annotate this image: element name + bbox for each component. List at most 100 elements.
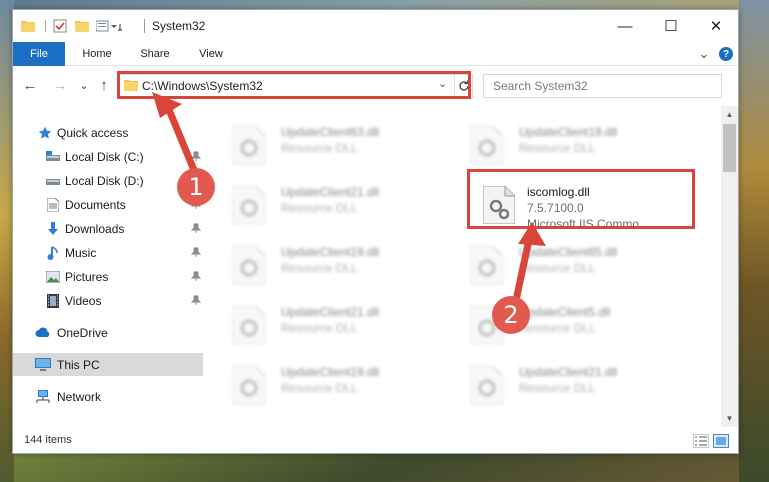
dll-file-icon [232,125,271,168]
sidebar-item-downloads[interactable]: Downloads [13,217,203,240]
file-tile[interactable]: UpdateClient21.dll Resource DLL [470,360,701,408]
file-name: UpdateClient19.dll [519,125,618,139]
search-placeholder: Search System32 [493,79,588,93]
close-button[interactable]: ✕ [693,10,739,42]
pin-icon[interactable] [191,271,201,281]
tab-view[interactable]: View [187,42,235,66]
file-description: Resource DLL [519,321,596,335]
tab-home[interactable]: Home [73,42,121,66]
file-description: Resource DLL [519,261,596,275]
sidebar-item-label: Downloads [65,221,125,236]
dll-file-icon [232,245,271,288]
recent-locations-button[interactable]: ⌄ [75,79,93,92]
sidebar-item-videos[interactable]: Videos [13,289,203,312]
expand-ribbon-icon[interactable]: ⌄ [697,46,711,61]
dll-file-icon [470,245,509,288]
new-folder-icon[interactable] [73,18,91,34]
sidebar-item-label: Local Disk (D:) [65,173,144,188]
file-name: UpdateClient21.dll [281,185,380,199]
sidebar-item-label: Local Disk (C:) [65,149,144,164]
drive-icon [45,173,61,189]
address-bar[interactable]: C:\Windows\System32 ⌄ [119,74,473,98]
desktop-background-right [739,0,769,482]
address-path: C:\Windows\System32 [142,79,263,93]
drive-icon [45,149,61,165]
title-bar: System32 — ☐ ✕ [13,10,738,42]
sidebar-item-label: OneDrive [57,325,108,340]
file-tile[interactable]: UpdateClient21.dll Resource DLL [232,180,463,228]
sidebar-item-label: This PC [57,357,100,372]
file-name: UpdateClient19.dll [281,245,380,259]
file-tile[interactable]: UpdateClient19.dll Resource DLL [232,360,463,408]
file-description: Resource DLL [519,141,596,155]
file-description: Resource DLL [281,381,358,395]
sidebar-item-label: Documents [65,197,126,212]
maximize-button[interactable]: ☐ [648,10,694,42]
file-description: Resource DLL [281,141,358,155]
videos-icon [45,293,61,309]
sidebar-item-onedrive[interactable]: OneDrive [13,321,203,344]
file-name: UpdateClient19.dll [281,365,380,379]
pin-icon[interactable] [191,151,201,161]
sidebar-item-local-disk-c[interactable]: Local Disk (C:) [13,145,203,168]
sidebar-item-quick-access[interactable]: Quick access [13,121,203,144]
scroll-thumb[interactable] [723,124,736,172]
ribbon-tabs: File Home Share View ⌄ ? [13,42,738,66]
file-list: UpdateClient63.dll Resource DLL UpdateCl… [209,106,719,426]
scroll-up-icon[interactable]: ▲ [721,106,738,123]
dll-file-icon [232,185,271,228]
pin-icon[interactable] [191,223,201,233]
dll-file-icon [470,125,509,168]
forward-button[interactable]: → [51,77,69,94]
dll-file-icon [232,365,271,408]
address-dropdown-icon[interactable]: ⌄ [438,77,447,90]
sidebar-item-network[interactable]: Network [13,385,203,408]
file-description: Resource DLL [281,261,358,275]
navigation-pane: Quick access Local Disk (C:) Local Disk … [13,106,209,426]
search-input[interactable]: Search System32 [483,74,722,98]
sidebar-item-pictures[interactable]: Pictures [13,265,203,288]
file-tile[interactable]: UpdateClient63.dll Resource DLL [232,120,463,168]
file-name: UpdateClient5.dll [519,305,611,319]
sidebar-item-documents[interactable]: Documents [13,193,203,216]
sidebar-item-this-pc[interactable]: This PC [13,353,203,376]
star-icon [37,125,53,141]
file-name: UpdateClient21.dll [519,365,618,379]
step-badge-1: 1 [177,168,215,206]
back-button[interactable]: ← [21,77,39,94]
vertical-scrollbar[interactable]: ▲ ▼ [721,106,738,427]
sidebar-item-label: Pictures [65,269,109,284]
tab-file[interactable]: File [13,42,65,66]
documents-icon [45,197,61,213]
pin-icon[interactable] [191,295,201,305]
file-description: Microsoft IIS Commo... [527,217,650,231]
file-tile[interactable]: UpdateClient21.dll Resource DLL [232,300,463,348]
file-tile[interactable]: UpdateClient65.dll Resource DLL [470,240,701,288]
file-name: UpdateClient63.dll [281,125,380,139]
window-title: System32 [152,19,206,33]
up-button[interactable]: ↑ [95,77,113,94]
details-view-icon[interactable] [693,434,709,448]
file-tile[interactable]: UpdateClient19.dll Resource DLL [470,120,701,168]
dll-file-icon [470,365,509,408]
address-toolbar: ← → ⌄ ↑ C:\Windows\System32 ⌄ Search Sys… [13,67,738,105]
network-icon [35,389,51,405]
download-icon [45,221,61,237]
help-icon[interactable]: ? [719,47,733,61]
tab-share[interactable]: Share [131,42,179,66]
sidebar-item-music[interactable]: Music [13,241,203,264]
dll-file-icon [482,185,521,228]
scroll-down-icon[interactable]: ▼ [721,410,738,427]
customize-toolbar-icon[interactable] [95,18,123,34]
sidebar-item-local-disk-d[interactable]: Local Disk (D:) [13,169,203,192]
refresh-icon[interactable] [454,75,472,97]
file-tile-iscomlog[interactable]: iscomlog.dll 7.5.7100.0 Microsoft IIS Co… [482,180,713,231]
address-folder-icon [124,79,138,94]
cloud-icon [35,325,51,341]
properties-icon[interactable] [51,18,69,34]
file-tile[interactable]: UpdateClient19.dll Resource DLL [232,240,463,288]
minimize-button[interactable]: — [602,10,648,42]
dll-file-icon [232,305,271,348]
large-icons-view-icon[interactable] [713,434,729,448]
pin-icon[interactable] [191,247,201,257]
